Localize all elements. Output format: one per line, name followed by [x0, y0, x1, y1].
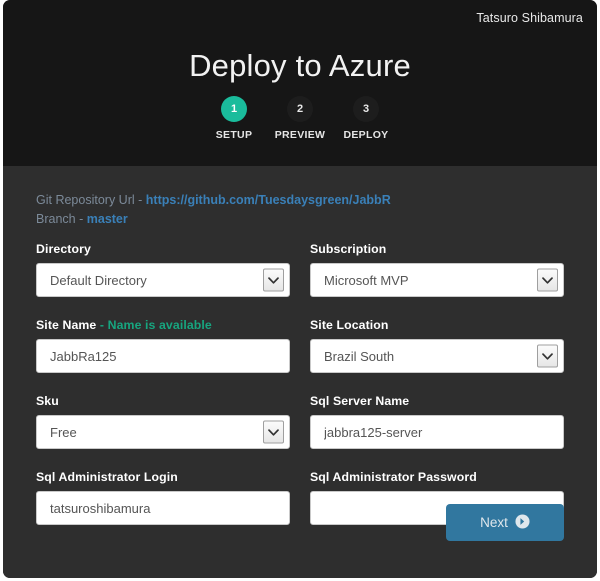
- field-label-subscription: Subscription: [310, 242, 387, 256]
- deploy-wizard-window: Tatsuro Shibamura Deploy to Azure 1 SETU…: [3, 0, 597, 578]
- field-label-sql-server-name: Sql Server Name: [310, 394, 410, 408]
- chevron-down-icon: [537, 344, 558, 368]
- directory-select[interactable]: Default Directory: [36, 263, 290, 297]
- repository-branch-label: Branch: [36, 212, 76, 226]
- step-number-badge: 2: [287, 96, 313, 122]
- repository-url-label: Git Repository Url: [36, 193, 135, 207]
- repository-separator: -: [79, 212, 84, 226]
- wizard-step-deploy[interactable]: 3 DEPLOY: [342, 96, 390, 141]
- sku-select[interactable]: Free: [36, 415, 290, 449]
- field-directory: Directory Default Directory: [36, 242, 290, 297]
- site-location-select[interactable]: Brazil South: [310, 339, 564, 373]
- wizard-step-preview[interactable]: 2 PREVIEW: [274, 96, 326, 141]
- field-label-site-location: Site Location: [310, 318, 389, 332]
- field-subscription: Subscription Microsoft MVP: [310, 242, 564, 297]
- step-number-badge: 1: [221, 96, 247, 122]
- sql-admin-login-input[interactable]: [36, 491, 290, 525]
- arrow-circle-right-icon: [515, 513, 530, 532]
- subscription-select[interactable]: Microsoft MVP: [310, 263, 564, 297]
- repository-url-link[interactable]: https://github.com/Tuesdaysgreen/JabbR: [146, 193, 391, 207]
- field-label-sql-admin-password: Sql Administrator Password: [310, 470, 477, 484]
- field-label-directory: Directory: [36, 242, 91, 256]
- wizard-step-indicator: 1 SETUP 2 PREVIEW 3 DEPLOY: [3, 96, 597, 141]
- field-site-name: Site Name - Name is available: [36, 318, 290, 373]
- form-actions: Next: [446, 504, 564, 541]
- chevron-down-icon: [263, 268, 284, 292]
- sql-server-name-input[interactable]: [310, 415, 564, 449]
- next-button-label: Next: [480, 515, 508, 530]
- app-header: Tatsuro Shibamura Deploy to Azure 1 SETU…: [3, 0, 597, 166]
- step-label: SETUP: [215, 129, 253, 141]
- field-sql-admin-login: Sql Administrator Login: [36, 470, 290, 525]
- page-title: Deploy to Azure: [189, 48, 411, 83]
- field-sql-server-name: Sql Server Name: [310, 394, 564, 449]
- repository-branch-link[interactable]: master: [87, 212, 128, 226]
- field-label-sku: Sku: [36, 394, 59, 408]
- user-name-label: Tatsuro Shibamura: [476, 11, 583, 25]
- repository-separator: -: [138, 193, 143, 207]
- site-location-select-value: Brazil South: [324, 348, 395, 364]
- setup-form: Directory Default Directory Subscription…: [36, 242, 564, 546]
- site-name-availability-note: - Name is available: [99, 318, 212, 332]
- field-site-location: Site Location Brazil South: [310, 318, 564, 373]
- next-button[interactable]: Next: [446, 504, 564, 541]
- field-label-sql-admin-login: Sql Administrator Login: [36, 470, 178, 484]
- subscription-select-value: Microsoft MVP: [324, 272, 409, 288]
- repository-info: Git Repository Url - https://github.com/…: [36, 191, 391, 229]
- step-label: DEPLOY: [343, 129, 389, 141]
- directory-select-value: Default Directory: [50, 272, 147, 288]
- step-number-badge: 3: [353, 96, 379, 122]
- field-sku: Sku Free: [36, 394, 290, 449]
- site-name-input[interactable]: [36, 339, 290, 373]
- setup-form-panel: Git Repository Url - https://github.com/…: [3, 166, 597, 578]
- wizard-step-setup[interactable]: 1 SETUP: [210, 96, 258, 141]
- step-label: PREVIEW: [274, 129, 326, 141]
- field-label-site-name: Site Name - Name is available: [36, 318, 290, 332]
- repository-url-line: Git Repository Url - https://github.com/…: [36, 191, 391, 210]
- sku-select-value: Free: [50, 424, 77, 440]
- chevron-down-icon: [263, 420, 284, 444]
- repository-branch-line: Branch - master: [36, 210, 391, 229]
- chevron-down-icon: [537, 268, 558, 292]
- field-label-site-name-text: Site Name: [36, 318, 97, 332]
